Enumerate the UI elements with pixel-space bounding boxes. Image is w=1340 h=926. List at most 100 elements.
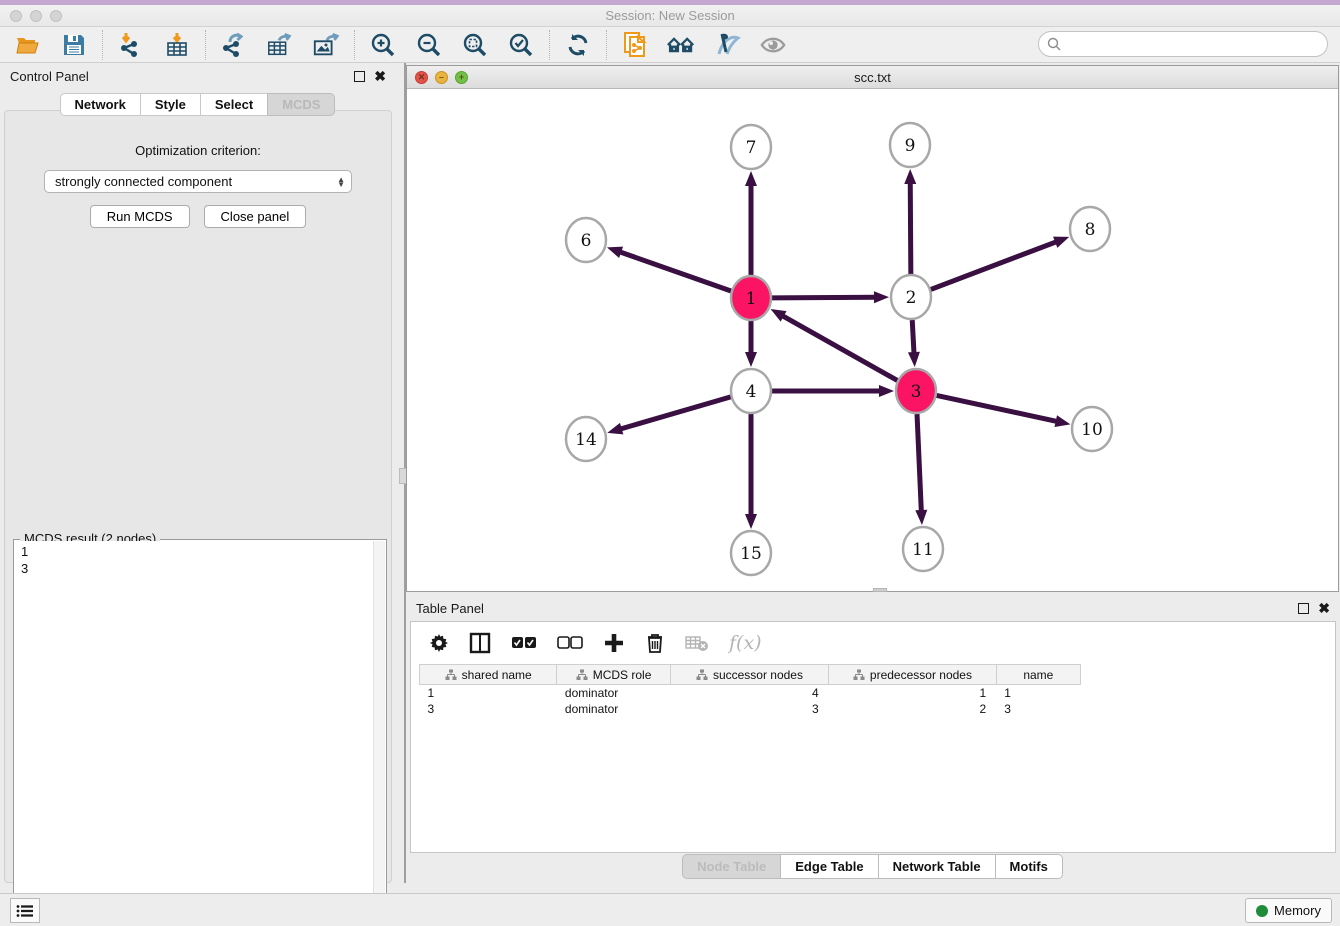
first-neighbors-icon[interactable] xyxy=(667,31,695,59)
memory-button[interactable]: Memory xyxy=(1245,898,1332,923)
control-panel-header: Control Panel ✖ xyxy=(0,63,396,89)
result-scrollbar[interactable] xyxy=(373,541,385,915)
open-session-icon[interactable] xyxy=(14,31,42,59)
edge-arrowhead xyxy=(745,514,757,529)
window-title: Session: New Session xyxy=(0,8,1340,23)
duplicate-network-icon[interactable] xyxy=(621,31,649,59)
graph-edge-3-10[interactable] xyxy=(937,395,1059,421)
graph-node-1[interactable]: 1 xyxy=(731,276,771,320)
edge-arrowhead xyxy=(1054,415,1070,427)
graph-node-6[interactable]: 6 xyxy=(566,218,606,262)
node-label: 4 xyxy=(746,382,757,402)
graph-edge-1-6[interactable] xyxy=(618,251,731,291)
run-mcds-button[interactable]: Run MCDS xyxy=(90,205,190,228)
graph-node-14[interactable]: 14 xyxy=(566,417,606,461)
network-graph[interactable]: 7 9 6 8 1 2 4 3 14 10 15 11 xyxy=(407,90,1338,592)
table-row[interactable]: 3 dominator 3 2 3 xyxy=(420,701,1081,717)
graph-node-11[interactable]: 11 xyxy=(903,527,943,571)
table-tabs: Node Table Edge Table Network Table Moti… xyxy=(406,854,1340,879)
status-bar: Memory xyxy=(0,893,1340,926)
node-table-container: f(x) shared name MCDS role successor nod… xyxy=(410,621,1336,853)
graph-edge-1-2[interactable] xyxy=(772,297,877,298)
table-panel: Table Panel ✖ xyxy=(406,595,1340,887)
panel-list-button[interactable] xyxy=(10,898,40,923)
tab-mcds[interactable]: MCDS xyxy=(267,93,335,116)
mcds-result-group: MCDS result (2 nodes) 1 3 xyxy=(13,539,387,917)
column-header-successor-nodes[interactable]: successor nodes xyxy=(670,665,828,685)
tab-network-table[interactable]: Network Table xyxy=(878,854,996,879)
tab-select[interactable]: Select xyxy=(200,93,268,116)
search-input[interactable] xyxy=(1065,34,1327,54)
tab-motifs[interactable]: Motifs xyxy=(995,854,1063,879)
show-all-icon[interactable] xyxy=(759,31,787,59)
node-table[interactable]: shared name MCDS role successor nodes pr… xyxy=(419,664,1081,717)
zoom-selected-icon[interactable] xyxy=(507,31,535,59)
graph-edge-2-3[interactable] xyxy=(912,320,914,355)
graph-node-3[interactable]: 3 xyxy=(896,369,936,413)
export-table-icon[interactable] xyxy=(266,31,294,59)
tab-style[interactable]: Style xyxy=(140,93,201,116)
node-label: 3 xyxy=(911,382,922,402)
zoom-out-icon[interactable] xyxy=(415,31,443,59)
edge-arrowhead xyxy=(745,352,757,367)
node-label: 1 xyxy=(746,289,757,309)
close-table-panel-icon[interactable]: ✖ xyxy=(1318,601,1330,615)
network-window-titlebar[interactable]: ✕ – + scc.txt xyxy=(407,66,1338,89)
split-column-view-icon[interactable] xyxy=(469,632,491,654)
delete-table-icon[interactable] xyxy=(685,634,709,652)
graph-node-10[interactable]: 10 xyxy=(1072,407,1112,451)
graph-node-9[interactable]: 9 xyxy=(890,123,930,167)
network-window-title: scc.txt xyxy=(407,70,1338,85)
tab-node-table[interactable]: Node Table xyxy=(682,854,781,879)
hide-selected-icon[interactable] xyxy=(713,31,741,59)
graph-edge-2-8[interactable] xyxy=(931,241,1058,289)
network-canvas[interactable]: 7 9 6 8 1 2 4 3 14 10 15 11 xyxy=(407,90,1338,591)
graph-node-15[interactable]: 15 xyxy=(731,531,771,575)
graph-node-4[interactable]: 4 xyxy=(731,369,771,413)
select-all-columns-icon[interactable] xyxy=(511,636,537,650)
tab-network[interactable]: Network xyxy=(60,93,141,116)
edge-arrowhead xyxy=(771,309,787,322)
import-table-icon[interactable] xyxy=(163,31,191,59)
function-builder-icon[interactable]: f(x) xyxy=(729,632,762,654)
graph-node-8[interactable]: 8 xyxy=(1070,207,1110,251)
table-settings-gear-icon[interactable] xyxy=(429,633,449,653)
criterion-dropdown[interactable]: strongly connected component ▲▼ xyxy=(44,170,352,193)
save-session-icon[interactable] xyxy=(60,31,88,59)
search-field[interactable] xyxy=(1038,31,1328,57)
deselect-all-columns-icon[interactable] xyxy=(557,636,583,650)
graph-edge-3-1[interactable] xyxy=(781,315,897,381)
table-row[interactable]: 1 dominator 4 1 1 xyxy=(420,685,1081,701)
graph-edge-3-11[interactable] xyxy=(917,414,921,513)
graph-node-2[interactable]: 2 xyxy=(891,275,931,319)
network-view-window: ✕ – + scc.txt 7 9 6 8 1 2 4 3 14 10 15 11 xyxy=(406,65,1339,592)
control-panel-title: Control Panel xyxy=(10,69,89,84)
node-label: 14 xyxy=(575,430,597,450)
mcds-result-text[interactable]: 1 3 xyxy=(15,541,373,915)
graph-edge-2-9[interactable] xyxy=(910,181,911,274)
delete-column-icon[interactable] xyxy=(645,632,665,654)
zoom-fit-icon[interactable] xyxy=(461,31,489,59)
export-network-icon[interactable] xyxy=(220,31,248,59)
graph-node-7[interactable]: 7 xyxy=(731,125,771,169)
add-column-icon[interactable] xyxy=(603,632,625,654)
tab-edge-table[interactable]: Edge Table xyxy=(780,854,878,879)
column-header-shared-name[interactable]: shared name xyxy=(420,665,557,685)
float-table-panel-icon[interactable] xyxy=(1298,603,1309,614)
close-panel-button[interactable]: Close panel xyxy=(204,205,307,228)
column-header-mcds-role[interactable]: MCDS role xyxy=(557,665,670,685)
column-header-name[interactable]: name xyxy=(996,665,1080,685)
float-panel-icon[interactable] xyxy=(354,71,365,82)
refresh-icon[interactable] xyxy=(564,31,592,59)
column-header-predecessor-nodes[interactable]: predecessor nodes xyxy=(829,665,997,685)
control-panel: Control Panel ✖ Network Style Select MCD… xyxy=(0,63,396,883)
import-network-icon[interactable] xyxy=(117,31,145,59)
table-toolbar: f(x) xyxy=(411,622,1335,664)
close-panel-icon[interactable]: ✖ xyxy=(374,69,386,83)
mcds-panel-body: Optimization criterion: strongly connect… xyxy=(4,110,392,883)
node-label: 2 xyxy=(906,288,917,308)
graph-edge-4-14[interactable] xyxy=(619,397,731,430)
export-image-icon[interactable] xyxy=(312,31,340,59)
zoom-in-icon[interactable] xyxy=(369,31,397,59)
network-resize-grip[interactable] xyxy=(873,588,887,592)
